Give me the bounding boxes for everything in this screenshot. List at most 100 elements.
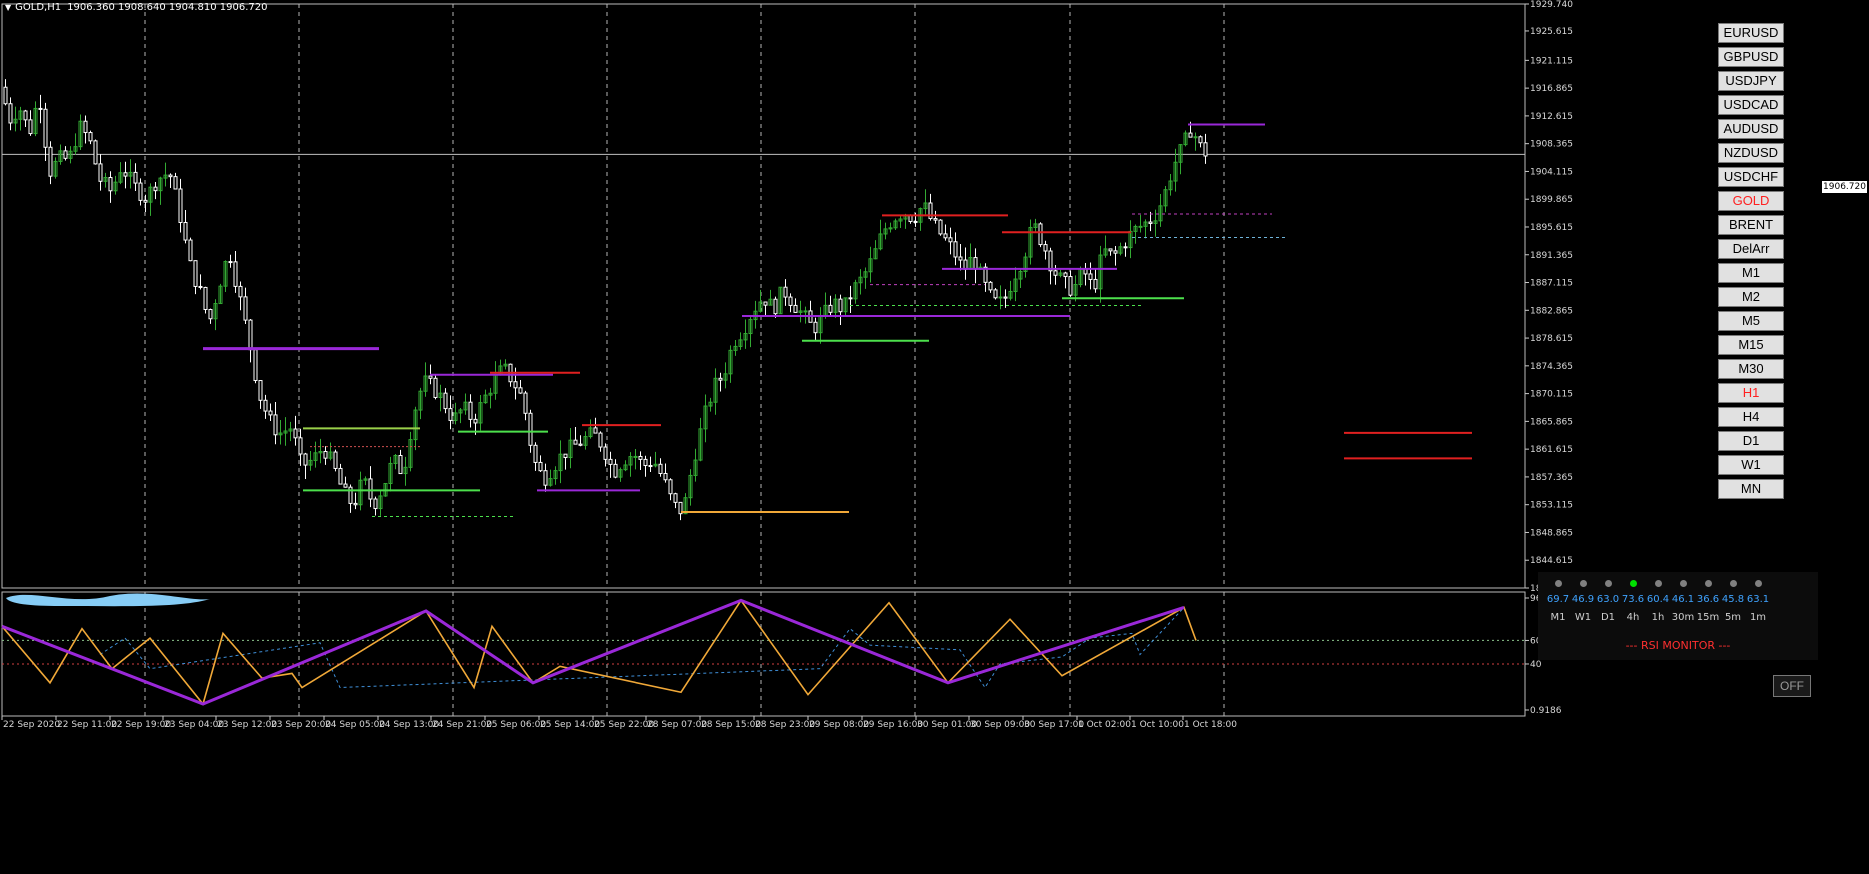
candle-body	[933, 218, 938, 221]
symbol-button-brent[interactable]: BRENT	[1718, 215, 1784, 235]
rsi-value: 63.0	[1596, 594, 1620, 605]
candle-body	[1053, 270, 1058, 276]
status-dot-icon	[1579, 580, 1587, 587]
time-tick-label: 24 Sep 21:00	[432, 720, 492, 730]
candle-body	[123, 172, 128, 177]
off-button[interactable]: OFF	[1773, 675, 1811, 697]
time-tick-label: 22 Sep 19:00	[111, 720, 171, 730]
timeframe-button-m5[interactable]: M5	[1718, 311, 1784, 331]
symbol-button-usdchf[interactable]: USDCHF	[1718, 167, 1784, 187]
ohlc-values: 1906.360 1908.640 1904.810 1906.720	[67, 2, 268, 13]
timeframe-button-m15[interactable]: M15	[1718, 335, 1784, 355]
candle-body	[633, 455, 638, 458]
candle-body	[268, 410, 273, 416]
candle-body	[443, 392, 448, 410]
candle-body	[1113, 250, 1118, 254]
candle	[203, 286, 208, 314]
timeframe-button-m1[interactable]: M1	[1718, 263, 1784, 283]
candle-body	[813, 321, 818, 334]
price-tick-label: 1861.615	[1530, 445, 1573, 455]
symbol-button-delarr[interactable]: DelArr	[1718, 239, 1784, 259]
candle-body	[473, 418, 478, 424]
candle-body	[538, 461, 543, 472]
price-tick-label: 1848.865	[1530, 528, 1573, 538]
rsi-column-1m: 63.1 1m	[1744, 572, 1772, 623]
candle-body	[593, 427, 598, 434]
candle-body	[788, 296, 793, 306]
symbol-button-eurusd[interactable]: EURUSD	[1718, 23, 1784, 43]
candle-body	[518, 387, 523, 394]
price-tick-label: 1895.615	[1530, 223, 1573, 233]
status-dot-icon	[1729, 580, 1737, 587]
symbol-button-audusd[interactable]: AUDUSD	[1718, 119, 1784, 139]
candle-body	[188, 239, 193, 262]
candle-body	[948, 237, 953, 243]
candle-body	[208, 309, 213, 320]
candle-body	[658, 463, 663, 474]
rsi-value: 69.7	[1546, 594, 1570, 605]
candle-body	[428, 375, 433, 379]
collapse-arrow-icon[interactable]: ▼	[5, 3, 11, 12]
rsi-value: 46.9	[1571, 594, 1595, 605]
symbol-button-gold[interactable]: GOLD	[1718, 191, 1784, 211]
price-tick-label: 1904.115	[1530, 167, 1573, 177]
candle-body	[233, 261, 238, 287]
candle	[433, 375, 438, 400]
candle-body	[958, 256, 963, 261]
price-tick-label: 1899.865	[1530, 195, 1573, 205]
candle-body	[1148, 221, 1153, 224]
candle	[1038, 222, 1043, 248]
candle-body	[298, 437, 303, 455]
price-tick-label: 1912.615	[1530, 112, 1573, 122]
candle-body	[988, 281, 993, 291]
price-tick-label: 1878.615	[1530, 334, 1573, 344]
rsi-value: 63.1	[1746, 594, 1770, 605]
candle-body	[1198, 136, 1203, 144]
time-tick-label: 23 Sep 20:00	[271, 720, 331, 730]
candle-body	[608, 458, 613, 465]
rsi-value: 45.8	[1721, 594, 1745, 605]
price-tick-label: 1891.365	[1530, 251, 1573, 261]
candle-body	[648, 465, 653, 468]
price-chart[interactable]: 1929.740 1925.615 1921.115 1916.865 1912.615…	[0, 0, 1869, 874]
candle-body	[1048, 250, 1053, 272]
time-tick-label: 28 Sep 23:00	[755, 720, 815, 730]
candle	[938, 219, 943, 236]
candle-body	[63, 150, 68, 159]
candle-body	[578, 443, 583, 446]
candle-body	[133, 171, 138, 184]
timeframe-button-h1[interactable]: H1	[1718, 383, 1784, 403]
rsi-value: 46.1	[1671, 594, 1695, 605]
symbol-button-nzdusd[interactable]: NZDUSD	[1718, 143, 1784, 163]
candle-body	[1193, 136, 1198, 139]
time-tick-label: 29 Sep 08:00	[809, 720, 869, 730]
candle-body	[563, 453, 568, 459]
time-tick-label: 1 Oct 18:00	[1184, 720, 1237, 730]
timeframe-button-mn[interactable]: MN	[1718, 479, 1784, 499]
time-tick-label: 23 Sep 12:00	[217, 720, 277, 730]
time-tick-label: 24 Sep 05:00	[325, 720, 385, 730]
rsi-timeframe-label: 4h	[1626, 612, 1640, 623]
candle-body	[178, 188, 183, 223]
price-tick-label: 1857.365	[1530, 473, 1573, 483]
symbol-button-usdcad[interactable]: USDCAD	[1718, 95, 1784, 115]
rsi-timeframe-label: 15m	[1696, 612, 1720, 623]
timeframe-button-d1[interactable]: D1	[1718, 431, 1784, 451]
time-tick-label: 30 Sep 01:00	[917, 720, 977, 730]
symbol-button-usdjpy[interactable]: USDJPY	[1718, 71, 1784, 91]
candle-body	[1088, 273, 1093, 280]
candle-body	[1068, 276, 1073, 296]
timeframe-button-m2[interactable]: M2	[1718, 287, 1784, 307]
timeframe-button-w1[interactable]: W1	[1718, 455, 1784, 475]
candle	[993, 287, 998, 300]
candle-body	[238, 285, 243, 298]
time-tick-label: 25 Sep 06:00	[486, 720, 546, 730]
candle	[188, 237, 193, 262]
timeframe-button-h4[interactable]: H4	[1718, 407, 1784, 427]
candle-body	[48, 146, 53, 177]
rsi-column-30m: 46.1 30m	[1669, 572, 1697, 623]
symbol-button-gbpusd[interactable]: GBPUSD	[1718, 47, 1784, 67]
timeframe-button-m30[interactable]: M30	[1718, 359, 1784, 379]
candle-body	[1188, 132, 1193, 138]
candle-body	[433, 377, 438, 398]
